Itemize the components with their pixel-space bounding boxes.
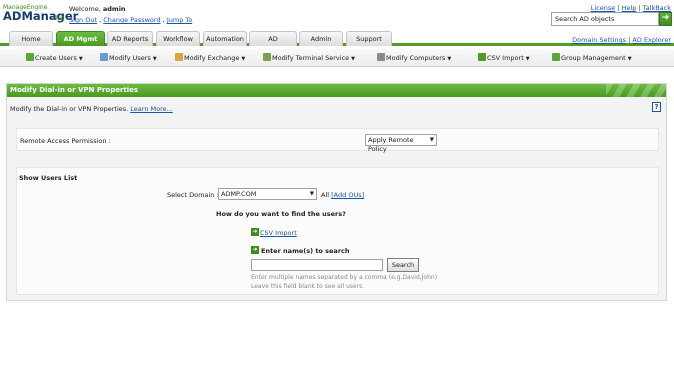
main-tabs: Home AD Mgmt AD Reports Workflow Automat… bbox=[0, 31, 674, 57]
caret-down-icon: ▼ bbox=[152, 56, 157, 62]
caret-down-icon: ▼ bbox=[525, 56, 530, 62]
license-link[interactable]: License bbox=[591, 4, 616, 12]
jump-to-link[interactable]: Jump To bbox=[167, 16, 192, 24]
caret-down-icon: ▼ bbox=[351, 56, 356, 62]
dial-in-vpn-panel: Modify Dial-in or VPN Properties Modify … bbox=[6, 83, 667, 301]
subnav-create-users[interactable]: Create Users ▼ bbox=[26, 53, 83, 62]
top-links: License | Help | TalkBack bbox=[590, 4, 671, 12]
tab-automation[interactable]: Automation bbox=[203, 31, 247, 46]
sub-navigation: Create Users ▼ Modify Users ▼ Modify Excha… bbox=[0, 49, 674, 67]
subnav-csv-import[interactable]: CSV Import ▼ bbox=[478, 53, 530, 62]
modify-users-icon bbox=[100, 53, 108, 61]
help-link[interactable]: Help bbox=[622, 4, 637, 12]
ad-explorer-link[interactable]: AD Explorer bbox=[632, 36, 671, 44]
subnav-modify-computers[interactable]: Modify Computers ▼ bbox=[377, 53, 451, 62]
search-ad-objects-input[interactable]: Search AD objects bbox=[551, 12, 659, 26]
caret-down-icon: ▼ bbox=[447, 56, 452, 62]
header-stripe-decoration bbox=[606, 84, 666, 97]
modify-terminal-service-icon bbox=[263, 53, 271, 61]
caret-down-icon: ▼ bbox=[78, 56, 83, 62]
remote-access-section: Remote Access Permission : Apply Remote … bbox=[16, 128, 659, 153]
panel-description: Modify the Dial-in or VPN Properties. Le… bbox=[10, 105, 173, 113]
create-users-icon bbox=[26, 53, 34, 61]
tab-admin[interactable]: Admin bbox=[299, 31, 343, 46]
search-hint: Enter multiple names separated by a comm… bbox=[251, 274, 437, 291]
tab-workflow[interactable]: Workflow bbox=[156, 31, 200, 46]
learn-more-link[interactable]: Learn More... bbox=[130, 105, 173, 113]
modify-computers-icon bbox=[377, 53, 385, 61]
remote-access-select[interactable]: Apply Remote Policy ▼ bbox=[365, 134, 437, 153]
csv-import-icon bbox=[478, 53, 486, 61]
panel-title: Modify Dial-in or VPN Properties bbox=[7, 84, 666, 97]
arrow-right-icon: ➜ bbox=[661, 13, 670, 23]
logo-plus-text: Plus bbox=[52, 15, 65, 22]
tab-ad-delegation[interactable]: AD Delegation bbox=[249, 31, 297, 57]
domain-settings-link[interactable]: Domain Settings bbox=[572, 36, 626, 44]
modify-exchange-icon bbox=[175, 53, 183, 61]
hint-line-1: Enter multiple names separated by a comm… bbox=[251, 274, 438, 281]
user-links: Sign Out , Change Password , Jump To bbox=[69, 16, 193, 24]
csv-arrow-icon: ➜ bbox=[251, 228, 259, 236]
change-password-link[interactable]: Change Password bbox=[103, 16, 160, 24]
search-go-button[interactable]: ➜ bbox=[659, 12, 672, 26]
show-users-label: Show Users List bbox=[19, 174, 78, 182]
select-domain-label: Select Domain : bbox=[167, 191, 219, 199]
how-find-users-text: How do you want to find the users? bbox=[216, 210, 346, 218]
admanager-logo: ManageEngine ADManager Plus bbox=[3, 4, 78, 28]
csv-import-link[interactable]: CSV Import bbox=[260, 229, 297, 237]
subnav-modify-exchange[interactable]: Modify Exchange ▼ bbox=[175, 53, 245, 62]
sign-out-link[interactable]: Sign Out bbox=[69, 16, 97, 24]
dropdown-arrow-icon: ▼ bbox=[309, 191, 314, 197]
subnav-modify-users[interactable]: Modify Users ▼ bbox=[100, 53, 157, 62]
username: admin bbox=[102, 5, 126, 13]
enter-names-arrow-icon: ➜ bbox=[251, 246, 259, 254]
name-search-input[interactable] bbox=[251, 259, 383, 271]
enter-names-label: Enter name(s) to search bbox=[261, 247, 350, 255]
subnav-modify-terminal-service[interactable]: Modify Terminal Service ▼ bbox=[263, 53, 355, 62]
talkback-link[interactable]: TalkBack bbox=[643, 4, 671, 12]
add-ous-link[interactable]: [Add OUs] bbox=[331, 191, 364, 199]
hint-line-2: Leave this field blank to see all users. bbox=[251, 282, 365, 290]
welcome-text: Welcome, admin bbox=[69, 5, 126, 13]
all-ous-text: All [Add OUs] bbox=[321, 191, 365, 199]
search-button[interactable]: Search bbox=[387, 258, 419, 272]
help-icon[interactable]: ? bbox=[652, 102, 661, 112]
group-management-icon bbox=[552, 53, 560, 61]
welcome-prefix: Welcome, bbox=[69, 5, 101, 13]
tab-ad-mgmt[interactable]: AD Mgmt bbox=[56, 31, 105, 46]
caret-down-icon: ▼ bbox=[241, 56, 246, 62]
tab-support[interactable]: Support bbox=[346, 31, 392, 46]
tab-home[interactable]: Home bbox=[9, 31, 53, 46]
dropdown-arrow-icon: ▼ bbox=[429, 137, 434, 143]
tab-ad-reports[interactable]: AD Reports bbox=[107, 31, 153, 46]
caret-down-icon: ▼ bbox=[627, 56, 632, 62]
show-users-section: Show Users List Select Domain : ADMP.COM… bbox=[16, 167, 659, 295]
remote-access-label: Remote Access Permission : bbox=[20, 137, 111, 145]
domain-select[interactable]: ADMP.COM ▼ bbox=[218, 188, 317, 200]
tabbar-links: Domain Settings | AD Explorer bbox=[572, 36, 671, 44]
subnav-group-management[interactable]: Group Management ▼ bbox=[552, 53, 632, 62]
